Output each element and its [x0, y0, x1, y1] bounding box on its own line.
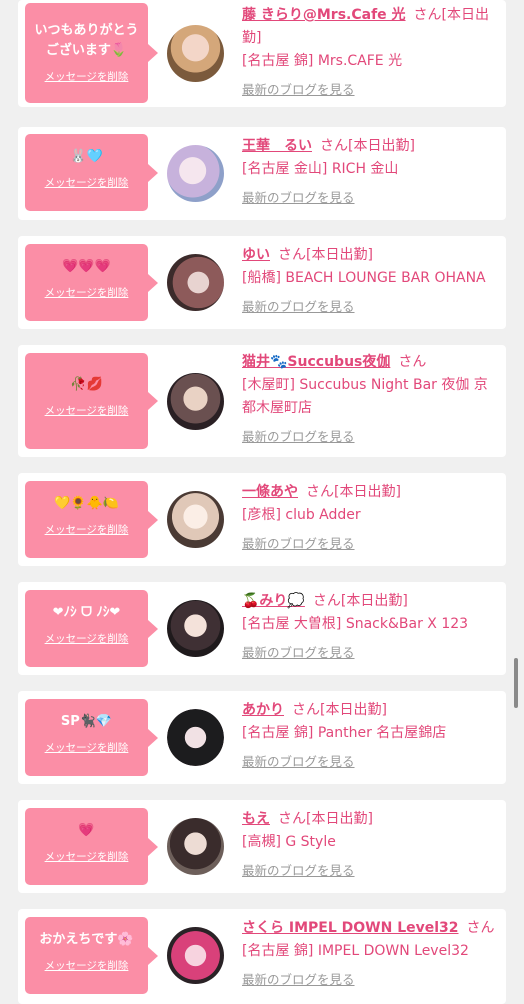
message-bubble: おかえちです🌸 メッセージを削除 — [25, 917, 158, 994]
message-card: いつもありがとう ございます🌷 メッセージを削除 藤 きらり@Mrs.Cafe … — [18, 0, 506, 107]
message-bubble: 🥀💋 メッセージを削除 — [25, 353, 158, 449]
latest-blog-link[interactable]: 最新のブログを見る — [242, 187, 355, 206]
cast-suffix: さん[本日出勤] — [306, 484, 401, 500]
message-text: ❤︎ﾉｼ ᗜ ﾉｼ❤︎ — [52, 605, 121, 620]
shop-name: [船橋] BEACH LOUNGE BAR OHANA — [242, 270, 486, 286]
avatar[interactable] — [167, 491, 224, 548]
delete-message-link[interactable]: メッセージを削除 — [25, 522, 148, 537]
latest-blog-link[interactable]: 最新のブログを見る — [242, 642, 355, 661]
shop-name: [名古屋 錦] IMPEL DOWN Level32 — [242, 943, 469, 959]
message-text: 💗💗💗 — [62, 259, 111, 274]
cast-suffix: さん[本日出勤] — [278, 811, 373, 827]
message-card: 💗💗💗 メッセージを削除 ゆい さん[本日出勤] [船橋] BEACH LOUNG… — [18, 236, 506, 329]
delete-message-link[interactable]: メッセージを削除 — [25, 69, 148, 84]
message-bubble: 💗💗💗 メッセージを削除 — [25, 244, 158, 321]
message-bubble: 🐰🩵 メッセージを削除 — [25, 134, 158, 211]
message-text: 💛🌻🐥🍋 — [54, 496, 119, 511]
avatar[interactable] — [167, 25, 224, 82]
avatar[interactable] — [167, 600, 224, 657]
cast-name-link[interactable]: さくら IMPEL DOWN Level32 — [242, 920, 459, 936]
avatar[interactable] — [167, 927, 224, 984]
avatar[interactable] — [167, 254, 224, 311]
shop-name: [彦根] club Adder — [242, 507, 361, 523]
cast-suffix: さん — [398, 354, 427, 370]
cast-name-link[interactable]: もえ — [242, 811, 270, 827]
message-card: おかえちです🌸 メッセージを削除 さくら IMPEL DOWN Level32 さ… — [18, 909, 506, 1004]
avatar[interactable] — [167, 818, 224, 875]
cast-suffix: さん[本日出勤] — [278, 247, 373, 263]
shop-name: [名古屋 大曽根] Snack&Bar X 123 — [242, 616, 469, 632]
shop-name: [名古屋 錦] Mrs.CAFE 光 — [242, 53, 403, 69]
delete-message-link[interactable]: メッセージを削除 — [25, 958, 148, 973]
cast-suffix: さん — [466, 920, 495, 936]
message-card: 💛🌻🐥🍋 メッセージを削除 一條あや さん[本日出勤] [彦根] club Add… — [18, 473, 506, 566]
cast-suffix: さん[本日出勤] — [292, 702, 387, 718]
cast-name-link[interactable]: 藤 きらり@Mrs.Cafe 光 — [242, 7, 406, 23]
message-card: ❤︎ﾉｼ ᗜ ﾉｼ❤︎ メッセージを削除 🍒みり💭 さん[本日出勤] [名古屋 大… — [18, 582, 506, 675]
delete-message-link[interactable]: メッセージを削除 — [25, 631, 148, 646]
delete-message-link[interactable]: メッセージを削除 — [25, 175, 148, 190]
delete-message-link[interactable]: メッセージを削除 — [25, 849, 148, 864]
message-text: おかえちです🌸 — [39, 932, 134, 947]
shop-name: [木屋町] Succubus Night Bar 夜伽 京都木屋町店 — [242, 377, 488, 416]
latest-blog-link[interactable]: 最新のブログを見る — [242, 751, 355, 770]
cast-name-link[interactable]: あかり — [242, 702, 284, 718]
message-bubble: SP🐈‍⬛💎 メッセージを削除 — [25, 699, 158, 776]
message-text: いつもありがとう ございます🌷 — [34, 23, 139, 58]
message-bubble: 💗 メッセージを削除 — [25, 808, 158, 885]
latest-blog-link[interactable]: 最新のブログを見る — [242, 296, 355, 315]
message-card: 🥀💋 メッセージを削除 猫井🐾Succubus夜伽 さん [木屋町] Succub… — [18, 345, 506, 457]
cast-name-link[interactable]: 🍒みり💭 — [242, 593, 305, 609]
cast-suffix: さん[本日出勤] — [312, 593, 408, 609]
avatar[interactable] — [167, 709, 224, 766]
message-text: SP🐈‍⬛💎 — [60, 714, 113, 729]
delete-message-link[interactable]: メッセージを削除 — [25, 403, 148, 418]
shop-name: [高槻] G Style — [242, 834, 336, 850]
cast-name-link[interactable]: 猫井🐾Succubus夜伽 — [242, 354, 390, 370]
cast-suffix: さん[本日出勤] — [320, 138, 415, 154]
cast-name-link[interactable]: 一條あや — [242, 484, 298, 500]
message-text: 💗 — [78, 823, 95, 838]
latest-blog-link[interactable]: 最新のブログを見る — [242, 860, 355, 879]
message-bubble: ❤︎ﾉｼ ᗜ ﾉｼ❤︎ メッセージを削除 — [25, 590, 158, 667]
shop-name: [名古屋 金山] RICH 金山 — [242, 161, 399, 177]
avatar[interactable] — [167, 145, 224, 202]
message-card: SP🐈‍⬛💎 メッセージを削除 あかり さん[本日出勤] [名古屋 錦] Pant… — [18, 691, 506, 784]
latest-blog-link[interactable]: 最新のブログを見る — [242, 79, 355, 98]
cast-name-link[interactable]: 王華 るい — [242, 138, 312, 154]
message-bubble: いつもありがとう ございます🌷 メッセージを削除 — [25, 3, 158, 103]
delete-message-link[interactable]: メッセージを削除 — [25, 740, 148, 755]
message-bubble: 💛🌻🐥🍋 メッセージを削除 — [25, 481, 158, 558]
latest-blog-link[interactable]: 最新のブログを見る — [242, 969, 355, 988]
message-text: 🥀💋 — [70, 377, 103, 392]
cast-name-link[interactable]: ゆい — [242, 247, 270, 263]
latest-blog-link[interactable]: 最新のブログを見る — [242, 426, 355, 445]
scrollbar[interactable] — [514, 658, 518, 708]
avatar[interactable] — [167, 373, 224, 430]
message-card: 💗 メッセージを削除 もえ さん[本日出勤] [高槻] G Style 最新のブロ… — [18, 800, 506, 893]
message-text: 🐰🩵 — [70, 149, 103, 164]
latest-blog-link[interactable]: 最新のブログを見る — [242, 533, 355, 552]
message-card: 🐰🩵 メッセージを削除 王華 るい さん[本日出勤] [名古屋 金山] RICH … — [18, 127, 506, 220]
shop-name: [名古屋 錦] Panther 名古屋錦店 — [242, 725, 447, 741]
delete-message-link[interactable]: メッセージを削除 — [25, 285, 148, 300]
